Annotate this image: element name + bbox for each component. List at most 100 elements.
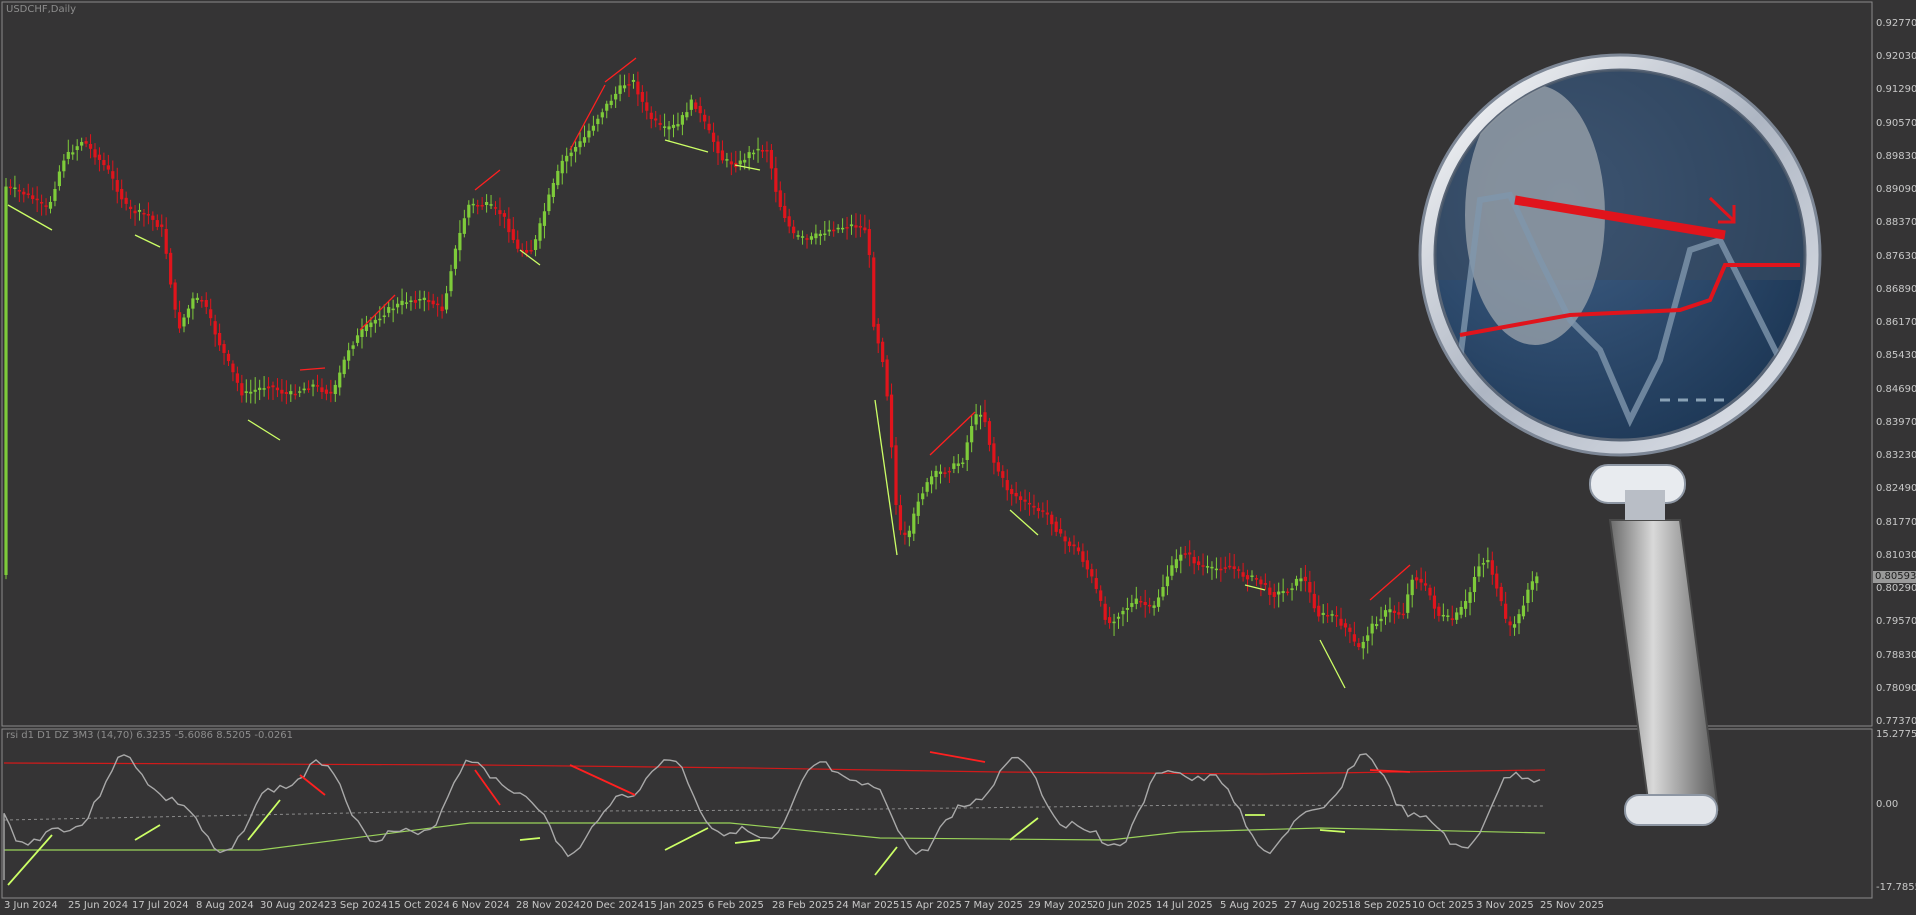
candle-body xyxy=(1259,579,1263,585)
price-axis[interactable]: 0.92770 0.92030 0.91290 0.90570 0.89830 0.890… xyxy=(1872,0,1916,900)
candle-body xyxy=(80,142,84,146)
candle-body xyxy=(1486,560,1490,563)
candle-body xyxy=(1245,575,1250,580)
candle-body xyxy=(409,300,413,303)
candle-body xyxy=(240,383,244,396)
candle-body xyxy=(1441,614,1445,617)
candle-body xyxy=(1495,573,1499,589)
candle-body xyxy=(796,235,800,237)
candle-body xyxy=(244,391,248,393)
candle-body xyxy=(40,202,44,204)
candle-body xyxy=(204,300,208,307)
candle-body xyxy=(774,168,778,192)
candle-body xyxy=(355,335,360,343)
candle-body xyxy=(84,141,88,144)
date-tick-label: 8 Aug 2024 xyxy=(196,900,254,911)
candle-body xyxy=(778,190,782,208)
candle-body xyxy=(663,126,667,128)
price-tick-label: 0.80290 xyxy=(1876,583,1916,595)
date-tick-label: 15 Apr 2025 xyxy=(900,900,962,911)
candle-body xyxy=(1379,618,1383,622)
candle-body xyxy=(756,148,760,151)
candle-body xyxy=(809,236,814,240)
candle-body xyxy=(133,210,137,214)
candle-body xyxy=(1459,606,1463,615)
candle-body xyxy=(31,195,35,200)
candle-body xyxy=(1170,565,1174,576)
candle-body xyxy=(467,204,471,218)
candle-body xyxy=(863,227,867,231)
candle-body xyxy=(925,482,929,492)
candle-body xyxy=(115,180,119,192)
candle-body xyxy=(280,389,284,394)
candle-body xyxy=(1130,603,1134,607)
candle-body xyxy=(1334,615,1339,617)
date-axis[interactable]: 3 Jun 2024 25 Jun 2024 17 Jul 2024 8 Aug 20… xyxy=(0,898,1916,915)
candle-body xyxy=(17,190,21,192)
candle-body xyxy=(1446,615,1450,617)
candle-body xyxy=(1019,496,1023,501)
candle-body xyxy=(1477,566,1481,577)
candle-body xyxy=(382,315,386,317)
candle-body xyxy=(1081,551,1085,562)
candle-body xyxy=(258,387,262,391)
candle-body xyxy=(1210,566,1214,569)
candle-body xyxy=(289,391,293,395)
candle-body xyxy=(765,150,769,152)
candle-body xyxy=(582,137,587,143)
magnifier-handle xyxy=(1608,519,1720,817)
indicator-pane-border xyxy=(1,728,1873,899)
candle-body xyxy=(1152,605,1156,608)
candle-body xyxy=(262,388,266,390)
candle-body xyxy=(422,297,426,300)
candle-body xyxy=(983,412,987,423)
candle-body xyxy=(1090,569,1094,577)
candle-body xyxy=(1490,560,1494,575)
price-tick-label: 0.89090 xyxy=(1876,184,1916,196)
candle-body xyxy=(1352,634,1356,642)
candle-body xyxy=(1290,588,1294,591)
candle-body xyxy=(329,391,333,394)
candle-body xyxy=(66,151,70,159)
candle-body xyxy=(916,501,920,516)
candle-body xyxy=(22,191,26,195)
date-tick-label: 3 Jun 2024 xyxy=(4,900,58,911)
date-tick-label: 28 Nov 2024 xyxy=(516,900,581,911)
candle-body xyxy=(235,373,239,383)
candle-body xyxy=(507,218,511,233)
candle-body xyxy=(111,171,115,179)
candle-body xyxy=(226,353,231,362)
candle-body xyxy=(1281,591,1285,594)
candle-body xyxy=(35,198,39,201)
chart-window[interactable]: USDCHF,Daily rsi d1 D1 DZ 3M3 (14,70) 6.… xyxy=(0,0,1916,915)
candle-body xyxy=(320,387,324,393)
candle-body xyxy=(872,257,876,327)
candle-body xyxy=(195,297,199,300)
candle-body xyxy=(974,414,978,425)
candle-body xyxy=(898,505,903,531)
candle-body xyxy=(569,152,573,157)
candle-body xyxy=(177,312,182,329)
candle-body xyxy=(938,471,943,474)
chart-canvas[interactable] xyxy=(0,0,1916,915)
candle-body xyxy=(565,155,569,162)
candle-body xyxy=(845,227,849,229)
candle-body xyxy=(1392,610,1396,613)
date-tick-label: 23 Sep 2024 xyxy=(324,900,388,911)
candle-body xyxy=(538,223,542,241)
candle-body xyxy=(209,309,213,319)
bullish-divergence-line xyxy=(874,399,898,556)
chart-title: USDCHF,Daily xyxy=(6,4,77,15)
bullish-divergence-line xyxy=(734,164,761,171)
candle-body xyxy=(342,359,346,375)
candle-body xyxy=(1054,521,1058,532)
candle-body xyxy=(1148,604,1152,607)
candle-body xyxy=(867,229,871,256)
candle-body xyxy=(1237,569,1241,571)
bearish-divergence-line xyxy=(569,84,606,151)
candle-body xyxy=(961,462,965,465)
candle-body xyxy=(1499,586,1503,602)
candle-body xyxy=(943,472,947,474)
candle-body xyxy=(876,323,880,344)
candle-body xyxy=(1406,594,1410,613)
